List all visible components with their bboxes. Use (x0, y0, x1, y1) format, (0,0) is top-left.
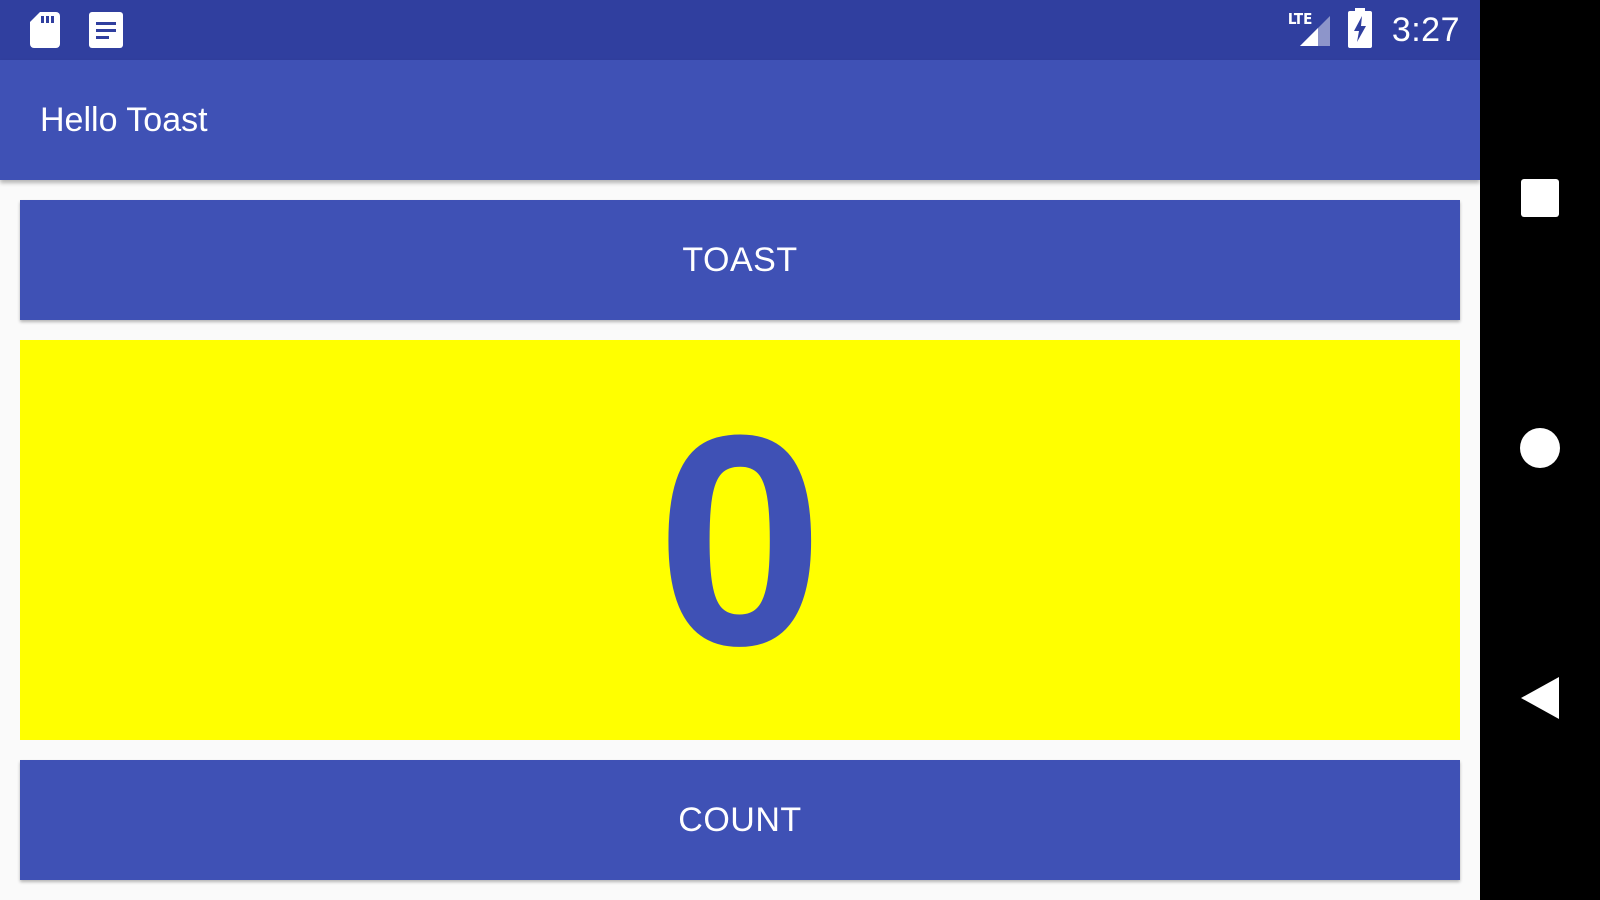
counter-value: 0 (656, 372, 824, 708)
app-screen: LTE 3:27 Hello Toast TOAST 0 COUNT (0, 0, 1480, 900)
status-time: 3:27 (1391, 10, 1460, 49)
sd-card-icon (30, 12, 60, 53)
app-title: Hello Toast (40, 101, 208, 139)
battery-charging-icon (1347, 7, 1372, 53)
back-button[interactable] (1520, 676, 1560, 720)
status-bar: LTE 3:27 (0, 0, 1480, 60)
recents-icon (1521, 178, 1559, 222)
back-icon (1521, 676, 1559, 724)
lte-signal-icon: LTE (1288, 10, 1334, 50)
count-button[interactable]: COUNT (20, 760, 1460, 880)
counter-display: 0 (20, 340, 1460, 740)
notification-document-icon (89, 12, 123, 53)
app-bar: Hello Toast (0, 60, 1480, 180)
home-button[interactable] (1520, 427, 1560, 473)
toast-button[interactable]: TOAST (20, 200, 1460, 320)
status-indicators: LTE 3:27 (1288, 0, 1460, 60)
home-icon (1520, 427, 1560, 473)
lte-label: LTE (1287, 10, 1313, 28)
recents-button[interactable] (1520, 178, 1560, 222)
navigation-bar (1480, 0, 1600, 900)
